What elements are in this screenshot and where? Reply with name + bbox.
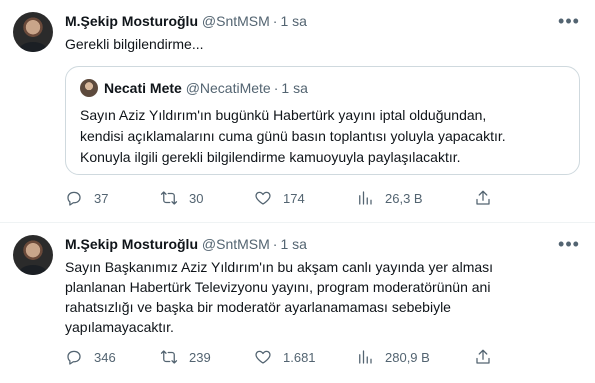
like-count: 1.681 <box>283 349 316 365</box>
reply-button[interactable]: 37 <box>65 189 108 207</box>
quote-text-line: Sayın Aziz Yıldırım'ın bugünkü Habertürk… <box>80 107 487 123</box>
reply-count: 37 <box>94 190 109 206</box>
reply-icon <box>67 350 81 365</box>
avatar[interactable] <box>13 235 53 275</box>
quoted-tweet[interactable]: Necati Mete @NecatiMete · 1 sa Sayın Aziz … <box>65 66 580 175</box>
tweet-header: M.Şekip Mosturoğlu @SntMSM · 1 sa <box>65 235 307 253</box>
share-icon <box>476 190 490 205</box>
share-icon <box>476 349 490 364</box>
like-count: 174 <box>283 190 305 206</box>
views-button[interactable]: 280,9 B <box>356 348 430 366</box>
author-name[interactable]: M.Şekip Mosturoğlu <box>65 13 198 29</box>
views-bar-chart-icon <box>359 191 372 205</box>
reply-count: 346 <box>94 349 116 365</box>
retweet-count: 239 <box>189 349 211 365</box>
separator: · <box>273 80 279 96</box>
separator: · <box>272 236 278 252</box>
heart-icon <box>255 191 271 205</box>
view-count: 280,9 B <box>385 349 430 365</box>
views-button[interactable]: 26,3 B <box>356 189 423 207</box>
tweet-text-line: planlanan Habertürk Televizyonu yayını, … <box>65 279 491 295</box>
views-bar-chart-icon <box>359 350 372 364</box>
separator: · <box>272 13 278 29</box>
view-count: 26,3 B <box>385 190 423 206</box>
avatar[interactable] <box>13 12 53 52</box>
quote-text-line: kendisi açıklamalarını cuma günü basın t… <box>80 128 506 144</box>
reply-button[interactable]: 346 <box>65 348 116 366</box>
quote-author-handle: @NecatiMete <box>185 80 271 96</box>
tweet-text: Gerekli bilgilendirme... <box>65 36 204 52</box>
share-button[interactable] <box>474 189 492 207</box>
tweet-actions: 346 239 1.681 280,9 B <box>65 348 505 368</box>
like-button[interactable]: 174 <box>254 189 305 207</box>
retweet-button[interactable]: 239 <box>160 348 211 366</box>
more-horizontal-icon: ••• <box>558 10 580 31</box>
retweet-icon <box>160 350 178 364</box>
author-handle[interactable]: @SntMSM <box>202 236 270 252</box>
tweet-text: Sayın Başkanımız Aziz Yıldırım'ın bu akş… <box>65 257 580 337</box>
more-options-button[interactable]: ••• <box>557 232 581 256</box>
tweet-actions: 37 30 174 26,3 B <box>65 189 505 209</box>
heart-icon <box>255 350 271 364</box>
reply-icon <box>67 191 81 206</box>
like-button[interactable]: 1.681 <box>254 348 316 366</box>
tweet-text-line: yapılamayacaktır. <box>65 319 174 335</box>
author-handle[interactable]: @SntMSM <box>202 13 270 29</box>
retweet-count: 30 <box>189 190 204 206</box>
timestamp[interactable]: 1 sa <box>280 13 306 29</box>
timestamp[interactable]: 1 sa <box>280 236 306 252</box>
quote-header: Necati Mete @NecatiMete · 1 sa <box>104 79 308 97</box>
tweet-text-line: Sayın Başkanımız Aziz Yıldırım'ın bu akş… <box>65 259 494 275</box>
tweet[interactable]: M.Şekip Mosturoğlu @SntMSM · 1 sa ••• Gere… <box>0 0 595 223</box>
more-options-button[interactable]: ••• <box>557 9 581 33</box>
retweet-button[interactable]: 30 <box>160 189 203 207</box>
more-horizontal-icon: ••• <box>558 233 580 254</box>
quote-author-name: Necati Mete <box>104 80 182 96</box>
tweet[interactable]: M.Şekip Mosturoğlu @SntMSM · 1 sa ••• Sayı… <box>0 223 595 383</box>
quote-timestamp: 1 sa <box>281 80 308 96</box>
share-button[interactable] <box>474 348 492 366</box>
tweet-text-line: rahatsızlığı ve başka bir moderatör ayar… <box>65 299 451 315</box>
quote-text-line: Konuyla ilgili gerekli bilgilendirme kam… <box>80 149 461 165</box>
tweet-header: M.Şekip Mosturoğlu @SntMSM · 1 sa <box>65 12 307 30</box>
author-name[interactable]: M.Şekip Mosturoğlu <box>65 236 198 252</box>
quote-avatar <box>80 79 98 97</box>
quote-text: Sayın Aziz Yıldırım'ın bugünkü Habertürk… <box>80 105 570 168</box>
retweet-icon <box>160 191 178 205</box>
